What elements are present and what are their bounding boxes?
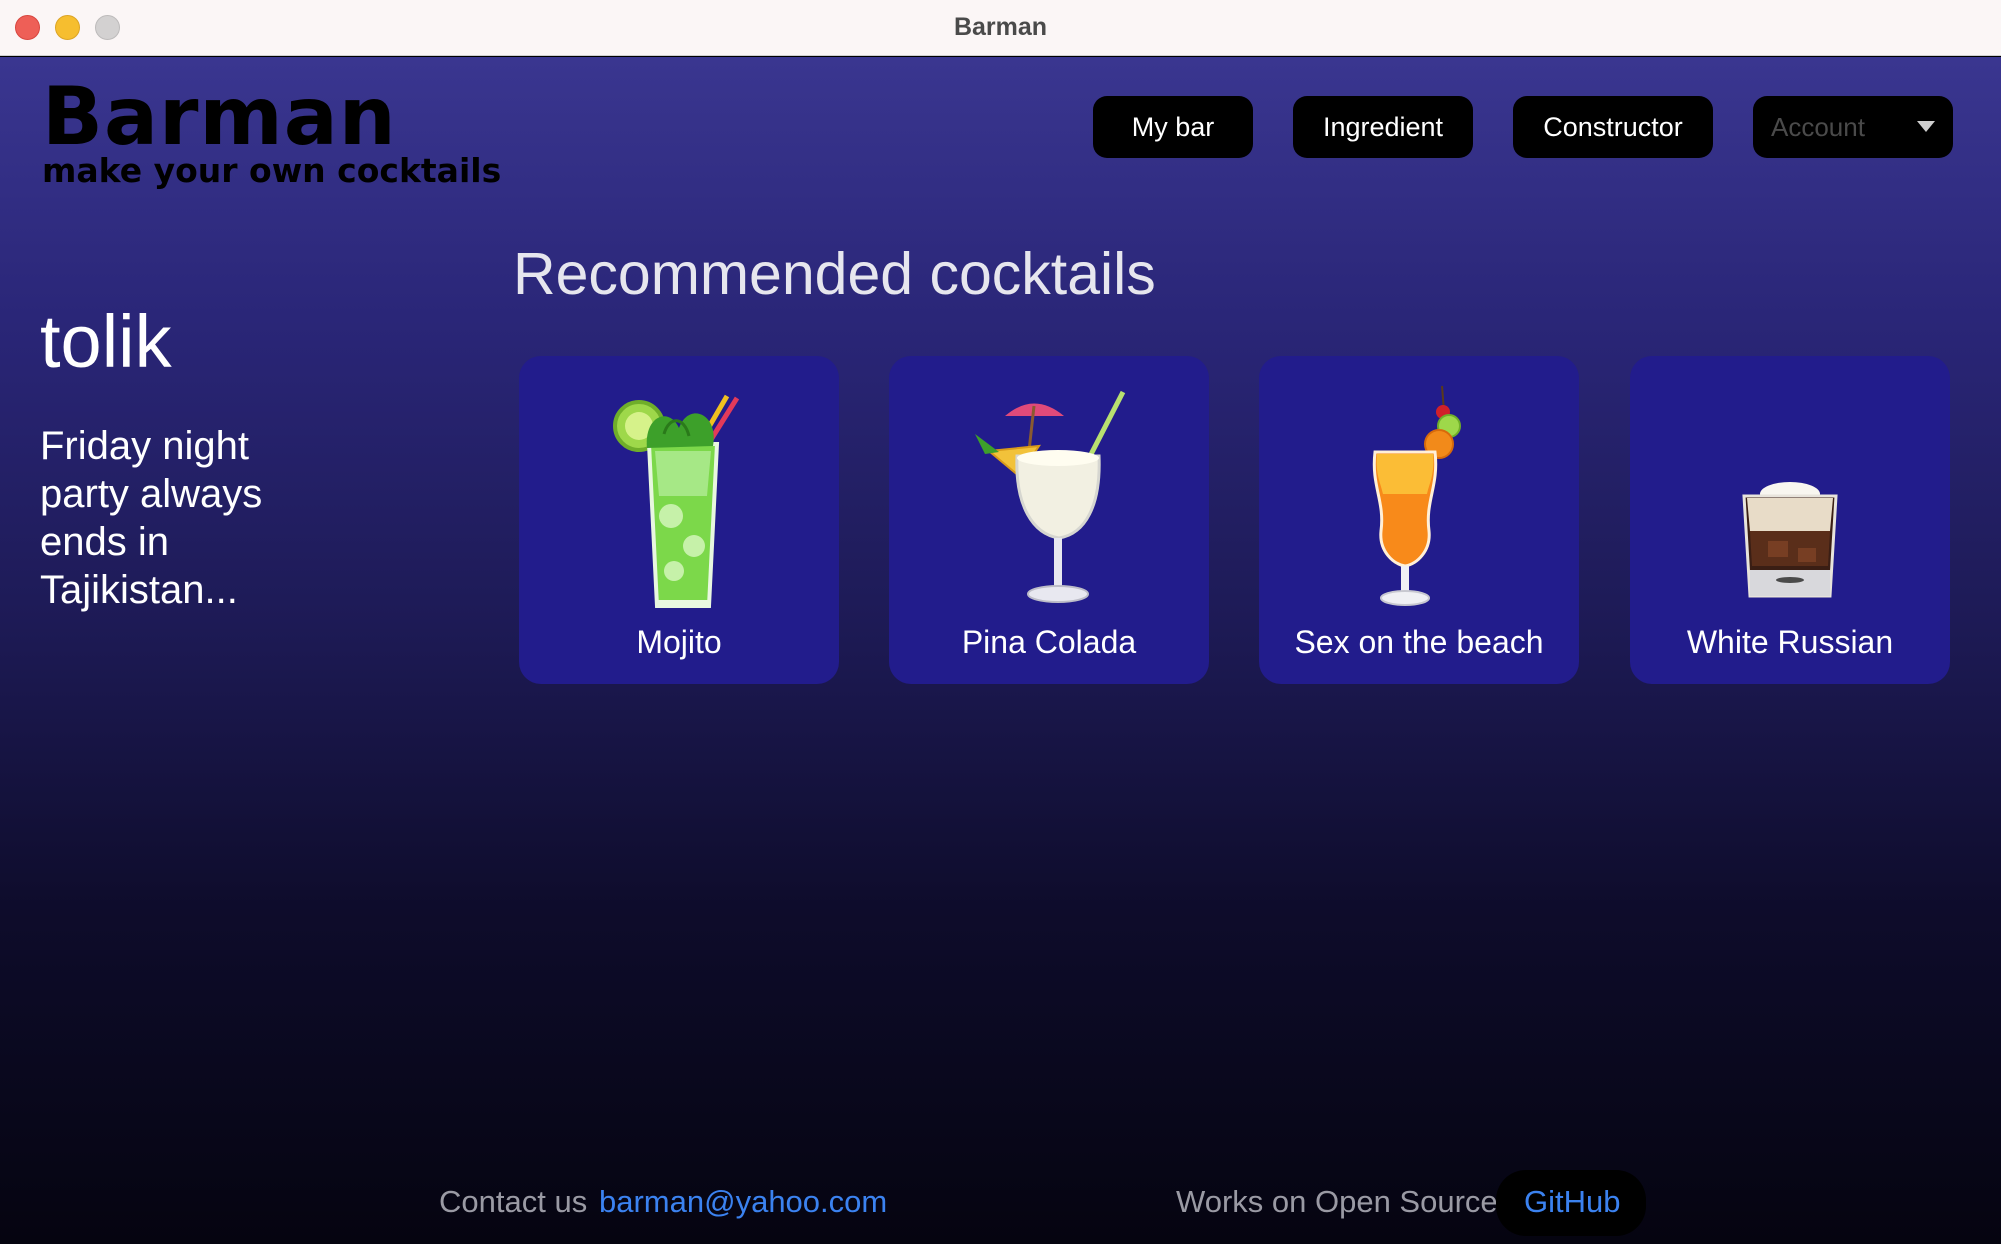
contact-label: Contact us xyxy=(439,1184,588,1219)
lowball-glass-icon xyxy=(1742,482,1838,598)
account-dropdown[interactable]: Account xyxy=(1753,96,1953,158)
hurricane-glass-icon xyxy=(1372,385,1461,606)
cocktail-name: White Russian xyxy=(1686,624,1894,660)
mojito-glass-icon xyxy=(613,394,740,608)
section-title: Recommended cocktails xyxy=(513,241,1156,307)
app-content: Barman make your own cocktails My bar In… xyxy=(0,57,2001,1244)
cocktail-card-pina-colada[interactable]: Pina Colada xyxy=(889,356,1209,684)
my-bar-button[interactable]: My bar xyxy=(1093,96,1253,158)
cocktail-card-white-russian[interactable]: White Russian xyxy=(1630,356,1950,684)
logo-subtitle: make your own cocktails xyxy=(42,151,502,190)
cocktail-card-sex-on-the-beach[interactable]: Sex on the beach xyxy=(1259,356,1579,684)
window-title: Barman xyxy=(953,13,1048,41)
profile-username: tolik xyxy=(40,300,172,383)
cocktail-name: Pina Colada xyxy=(961,624,1137,660)
pina-colada-glass-icon xyxy=(975,390,1126,603)
logo[interactable]: Barman make your own cocktails xyxy=(42,75,501,189)
profile-bio: Friday night party always ends in Tajiki… xyxy=(40,424,263,612)
chevron-down-icon xyxy=(1917,121,1935,132)
open-source-label: Works on Open Source xyxy=(1176,1184,1498,1219)
github-link[interactable]: GitHub xyxy=(1524,1184,1620,1220)
cocktail-name: Mojito xyxy=(636,624,722,660)
cocktail-name: Sex on the beach xyxy=(1294,624,1544,660)
window-titlebar: Barman xyxy=(0,0,2001,56)
contact-email-link[interactable]: barman@yahoo.com xyxy=(599,1184,887,1220)
account-placeholder: Account xyxy=(1771,112,1865,142)
constructor-button[interactable]: Constructor xyxy=(1513,96,1713,158)
ingredient-button[interactable]: Ingredient xyxy=(1293,96,1473,158)
cocktail-card-mojito[interactable]: Mojito xyxy=(519,356,839,684)
logo-title: Barman xyxy=(42,70,397,163)
